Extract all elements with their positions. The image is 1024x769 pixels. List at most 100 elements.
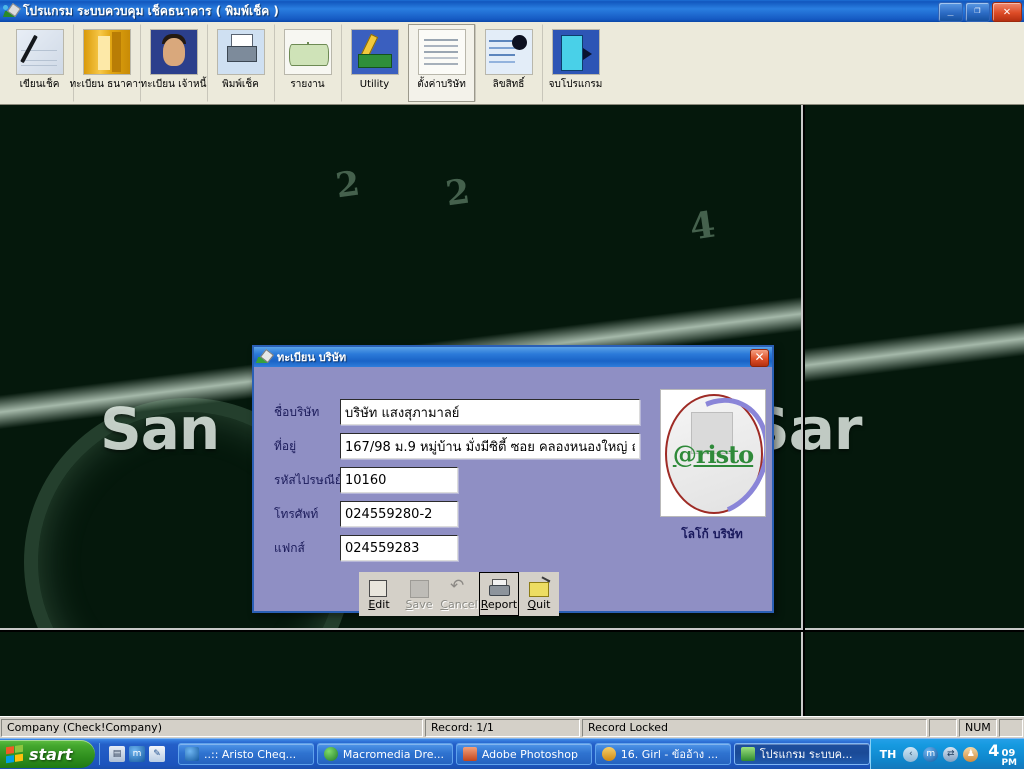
toolbar-label: รายงาน (290, 79, 324, 91)
media-icon (602, 747, 616, 761)
status-lock: Record Locked (582, 719, 927, 737)
status-bar: Company (Check!Company) Record: 1/1 Reco… (0, 716, 1024, 738)
status-spacer-2 (999, 719, 1023, 737)
save-disk-icon (408, 578, 430, 598)
exit-door-icon (552, 29, 600, 75)
taskbar-item-macromedia-dreamweaver[interactable]: Macromedia Dre... (317, 743, 453, 765)
network-icon[interactable]: ⇄ (943, 747, 958, 762)
phone-input[interactable] (340, 501, 458, 527)
address-label: ที่อยู่ (274, 437, 340, 456)
main-toolbar: เขียนเช็ค ทะเบียน ธนาคาร ทะเบียน เจ้าหนี… (0, 22, 1024, 105)
show-hidden-icon[interactable]: ‹ (903, 747, 918, 762)
toolbar-button-reports[interactable]: รายงาน (274, 24, 341, 102)
edit-icon (368, 578, 390, 598)
status-record: Record: 1/1 (425, 719, 580, 737)
postal-code-input[interactable] (340, 467, 458, 493)
toolbar-button-bank-registry[interactable]: ทะเบียน ธนาคาร (73, 24, 140, 102)
edit-button[interactable]: Edit (359, 572, 399, 616)
company-registration-dialog: ทะเบียน บริษัท ✕ ชื่อบริษัท ที่อยู่ รหัส… (252, 345, 774, 613)
msn-icon[interactable]: m (129, 746, 145, 762)
toolbar-label: ลิขสิทธิ์ (493, 79, 525, 91)
clock-ampm: PM (1001, 759, 1017, 768)
taskbar-item-label: Adobe Photoshop (482, 748, 578, 761)
start-button[interactable]: start (0, 740, 95, 768)
taskbar-item-cheque-program[interactable]: โปรแกรม ระบบค... (734, 743, 870, 765)
start-button-label: start (29, 745, 73, 764)
toolbar-button-exit[interactable]: จบโปรแกรม (542, 24, 609, 102)
toolbar-label: ตั้งค่าบริษัท (417, 79, 466, 91)
minimize-button[interactable]: _ (938, 2, 963, 22)
wallpaper-tile: Sar (805, 105, 1024, 630)
toolbar-label: ทะเบียน ธนาคาร (70, 79, 144, 91)
logo-caption: โลโก้ บริษัท (650, 525, 774, 544)
toolbar-label: Utility (360, 79, 389, 91)
person-face-icon (150, 29, 198, 75)
close-button[interactable]: ✕ (992, 2, 1022, 22)
taskbar-item-media-girl[interactable]: 16. Girl - ข้ออ้าง ... (595, 743, 731, 765)
clock-hour: 4 (988, 741, 999, 760)
wallpaper-watermark-right-tile: Sar (805, 395, 862, 463)
mdi-client-area: 2 2 4 4 San Sar www. Sar ทะเบียน บริษัท … (0, 105, 1024, 716)
language-indicator[interactable]: TH (880, 748, 897, 761)
printer-icon (217, 29, 265, 75)
taskbar-task-list: ..:: Aristo Cheq... Macromedia Dre... Ad… (178, 743, 870, 765)
taskbar-clock[interactable]: 4 09 PM (988, 741, 1017, 768)
taskbar-item-adobe-photoshop[interactable]: Adobe Photoshop (456, 743, 592, 765)
application-window: โปรแกรม ระบบควบคุม เช็คธนาคาร ( พิมพ์เช็… (0, 0, 1024, 716)
fax-label: แฟกส์ (274, 539, 340, 558)
status-num-indicator: NUM (959, 719, 997, 737)
toolbar-button-copyright[interactable]: ลิขสิทธิ์ (475, 24, 542, 102)
toolbar-button-write-cheque[interactable]: เขียนเช็ค (6, 24, 73, 102)
msn-icon[interactable]: m (923, 747, 938, 762)
quit-button[interactable]: Quit (519, 572, 559, 616)
windows-logo-icon (6, 745, 23, 763)
pen-writing-icon (16, 29, 64, 75)
msn-icon (185, 747, 199, 761)
toolbar-label: เขียนเช็ค (20, 79, 60, 91)
toolbar-button-print-cheque[interactable]: พิมพ์เช็ค (207, 24, 274, 102)
toolbar-button-creditor-registry[interactable]: ทะเบียน เจ้าหนี้ (140, 24, 207, 102)
check-printer-icon (741, 747, 755, 761)
toolbar-button-utility[interactable]: Utility (341, 24, 408, 102)
window-controls: _ ❐ ✕ (938, 2, 1022, 22)
toolbar-button-company-settings[interactable]: ตั้งค่าบริษัท (408, 24, 475, 102)
cancel-button: Cancel (439, 572, 479, 616)
check-edit-icon (257, 350, 272, 364)
bank-building-icon (83, 29, 131, 75)
fax-input[interactable] (340, 535, 458, 561)
taskbar-item-label: 16. Girl - ข้ออ้าง ... (621, 745, 718, 763)
report-button[interactable]: Report (479, 572, 519, 616)
postal-code-label: รหัสไปรษณีย์ (274, 471, 340, 490)
quit-button-label: Quit (527, 599, 550, 610)
calculator-icon[interactable]: ▤ (109, 746, 125, 762)
status-spacer-1 (929, 719, 957, 737)
open-book-icon (284, 29, 332, 75)
company-name-input[interactable] (340, 399, 640, 425)
restore-button[interactable]: ❐ (965, 2, 990, 22)
dreamweaver-icon (324, 747, 338, 761)
save-button-label: Save (405, 599, 432, 610)
folder-exit-icon (528, 578, 550, 598)
editor-icon[interactable]: ✎ (149, 746, 165, 762)
banknote-digit: 2 (443, 172, 472, 215)
address-input[interactable] (340, 433, 640, 459)
report-button-label: Report (481, 599, 517, 610)
dialog-close-button[interactable]: ✕ (750, 349, 769, 367)
wallpaper-tile (0, 632, 803, 716)
banknote-digit: 4 (687, 203, 718, 248)
toolbar-label: พิมพ์เช็ค (222, 79, 259, 91)
dialog-title-bar: ทะเบียน บริษัท ✕ (254, 347, 772, 367)
dialog-body: ชื่อบริษัท ที่อยู่ รหัสไปรษณีย์ โทรศัพท์ (254, 367, 772, 613)
quick-launch-bar: ▤ m ✎ (99, 743, 172, 765)
toolbar-label: จบโปรแกรม (549, 79, 603, 91)
phone-label: โทรศัพท์ (274, 505, 340, 524)
undo-arrow-icon (448, 578, 470, 598)
windows-taskbar: start ▤ m ✎ ..:: Aristo Cheq... Macromed… (0, 738, 1024, 769)
taskbar-item-aristo-cheque[interactable]: ..:: Aristo Cheq... (178, 743, 314, 765)
toolbar-label: ทะเบียน เจ้าหนี้ (141, 79, 207, 91)
status-context: Company (Check!Company) (1, 719, 423, 737)
antivirus-icon[interactable]: ♟ (963, 747, 978, 762)
dialog-title: ทะเบียน บริษัท (277, 348, 346, 366)
window-title-bar: โปรแกรม ระบบควบคุม เช็คธนาคาร ( พิมพ์เช็… (0, 0, 1024, 22)
photoshop-icon (463, 747, 477, 761)
